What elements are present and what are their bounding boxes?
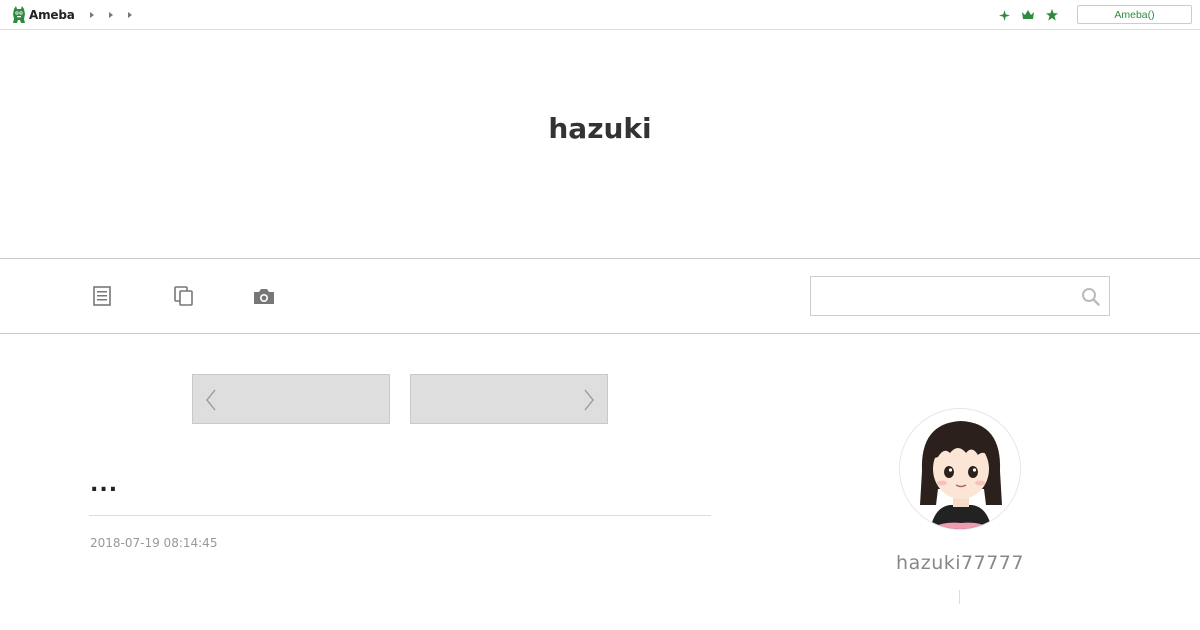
login-button[interactable]: Ameba() — [1077, 5, 1192, 24]
chevron-left-icon — [206, 389, 216, 411]
entry-list-icon[interactable] — [90, 284, 114, 308]
profile-name[interactable]: hazuki77777 — [860, 552, 1060, 574]
breadcrumb-arrow-icon[interactable] — [126, 8, 134, 22]
avatar-illustration — [900, 409, 1020, 529]
ameba-mascot-icon — [13, 6, 25, 23]
entry-date: 2018-07-19 08:14:45 — [90, 536, 218, 550]
global-header: Ameba Ameba() — [0, 0, 1200, 30]
breadcrumb-arrow-icon[interactable] — [107, 8, 115, 22]
breadcrumb — [88, 8, 134, 22]
header-icon-group — [996, 7, 1060, 23]
sparkle-icon[interactable] — [996, 7, 1012, 23]
search-input[interactable] — [811, 277, 1071, 315]
profile-divider — [959, 590, 960, 604]
blog-header: hazuki — [0, 30, 1200, 259]
entry-title[interactable]: ... — [90, 472, 118, 497]
crown-icon[interactable] — [1020, 7, 1036, 23]
entry-divider — [89, 515, 711, 516]
logo-text: Ameba — [29, 8, 75, 22]
search-box — [810, 276, 1110, 316]
theme-list-icon[interactable] — [171, 284, 195, 308]
prev-entry-button[interactable] — [192, 374, 390, 424]
profile-avatar[interactable] — [899, 408, 1021, 530]
search-icon[interactable] — [1079, 285, 1101, 307]
breadcrumb-arrow-icon[interactable] — [88, 8, 96, 22]
blog-nav — [0, 260, 1200, 334]
camera-icon[interactable] — [252, 284, 276, 308]
next-entry-button[interactable] — [410, 374, 608, 424]
blog-title[interactable]: hazuki — [0, 112, 1200, 145]
chevron-right-icon — [584, 389, 594, 411]
ameba-logo[interactable]: Ameba — [12, 6, 75, 24]
star-icon[interactable] — [1044, 7, 1060, 23]
